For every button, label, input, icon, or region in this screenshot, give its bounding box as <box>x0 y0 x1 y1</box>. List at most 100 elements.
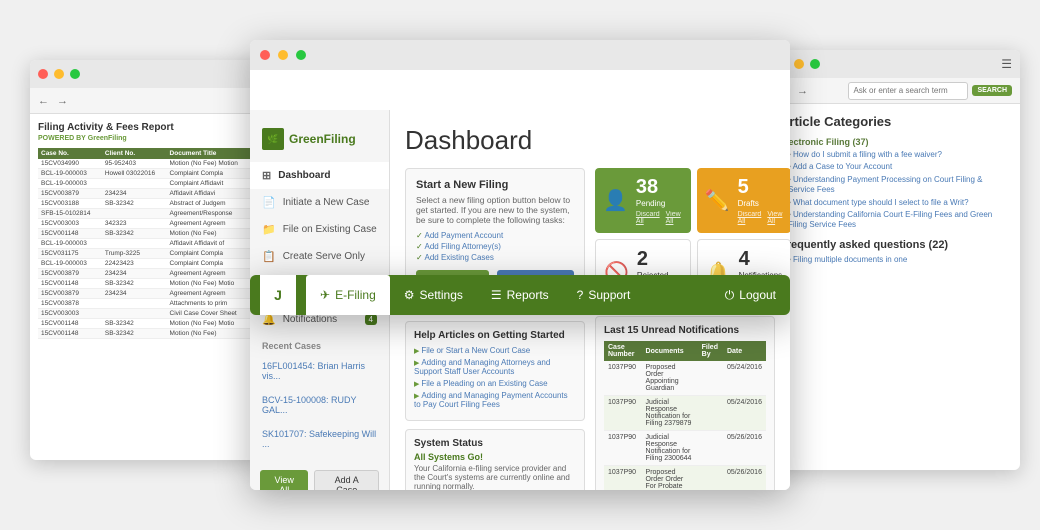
table-cell: 15CV003188 <box>38 199 102 209</box>
search-button-right[interactable]: SEARCH <box>972 85 1012 96</box>
help-item-3[interactable]: File a Pleading on an Existing Case <box>414 379 576 388</box>
nav-tab-reports[interactable]: ☰ Reports <box>477 275 563 315</box>
notifications-panel-title: Last 15 Unread Notifications <box>604 325 766 336</box>
main-navbar: J ✈ E-Filing ⚙ Settings ☰ Reports ? Supp… <box>250 275 790 315</box>
pending-view[interactable]: View All <box>666 211 683 225</box>
stat-card-drafts: ✏️ 5 Drafts Discard All View All <box>697 168 790 233</box>
minimize-dot-r <box>794 59 804 69</box>
pending-label: Pending <box>636 199 683 208</box>
forward-arrow-left[interactable]: → <box>57 95 68 107</box>
table-cell: 15CV003879 <box>38 189 102 199</box>
drafts-view[interactable]: View All <box>767 211 783 225</box>
notif-cell: 1037P90 <box>604 361 642 396</box>
sidebar-item-initiate[interactable]: 📄 Initiate a New Case <box>250 189 389 216</box>
table-cell: Motion (No Fee) <box>167 229 252 239</box>
add-case-button[interactable]: Add A Case <box>314 470 379 490</box>
back-right-window: ☰ ← → SEARCH Article Categories Electron… <box>770 50 1020 470</box>
nav-tab-settings[interactable]: ⚙ Settings <box>390 275 477 315</box>
table-cell: Affidavit Affidavi <box>167 189 252 199</box>
notif-cell: 05/26/2016 <box>723 431 766 466</box>
table-cell: Agreement/Response <box>167 209 252 219</box>
table-cell: 15CV001148 <box>38 279 102 289</box>
table-cell <box>102 299 167 309</box>
sidebar-item-file-existing[interactable]: 📁 File on Existing Case <box>250 216 389 243</box>
link-attorney[interactable]: Add Filing Attorney(s) <box>416 242 574 251</box>
search-input-right[interactable] <box>848 82 968 100</box>
col-client-no: Client No. <box>102 148 167 159</box>
drafts-icon: ✏️ <box>705 188 730 213</box>
drafts-number: 5 <box>738 176 784 199</box>
start-filing-title: Start a New Filing <box>416 179 574 191</box>
table-row: 15CV003878Attachments to prim <box>38 299 252 309</box>
table-cell: Complaint Affidavit <box>167 179 252 189</box>
notifications-panel: Last 15 Unread Notifications Case Number… <box>595 316 775 490</box>
hamburger-icon-right[interactable]: ☰ <box>1001 57 1012 71</box>
table-cell: 15CV003879 <box>38 289 102 299</box>
table-cell: SB-32342 <box>102 279 167 289</box>
logo-letter: J <box>274 287 282 303</box>
case-action-row: View All Add A Case <box>250 464 389 490</box>
logout-icon: ⏻ <box>725 288 735 303</box>
table-row: 15CV001148SB-32342Motion (No Fee) <box>38 229 252 239</box>
main-window: J ✈ E-Filing ⚙ Settings ☰ Reports ? Supp… <box>250 40 790 490</box>
article-link-5[interactable]: Understanding California Court E-Filing … <box>780 210 1010 231</box>
filing-links: Add Payment Account Add Filing Attorney(… <box>416 231 574 262</box>
notif-cell: Judicial Response Notification for Filin… <box>642 431 698 466</box>
back-arrow-left[interactable]: ← <box>38 95 49 107</box>
table-cell: 95-952403 <box>102 159 167 169</box>
notif-col-date: Date <box>723 341 766 361</box>
article-link-4[interactable]: What document type should I select to fi… <box>780 198 1010 208</box>
faq-title: Frequently asked questions (22) <box>780 239 1010 251</box>
link-cases[interactable]: Add Existing Cases <box>416 253 574 262</box>
pending-discard[interactable]: Discard All <box>636 211 660 225</box>
support-icon: ? <box>577 288 584 302</box>
table-cell: Agreement Agreem <box>167 289 252 299</box>
article-link-3[interactable]: Understanding Payment Processing on Cour… <box>780 175 1010 196</box>
table-row: BCL-19-000003Affidavit Affidavit of <box>38 239 252 249</box>
notif-cell: 1037P90 <box>604 466 642 491</box>
drafts-discard[interactable]: Discard All <box>738 211 762 225</box>
close-dot <box>38 69 48 79</box>
sidebar-item-serve-only[interactable]: 📋 Create Serve Only <box>250 243 389 270</box>
right-content: Article Categories Electronic Filing (37… <box>770 104 1020 276</box>
nav-tab-support[interactable]: ? Support <box>563 275 645 315</box>
link-payment[interactable]: Add Payment Account <box>416 231 574 240</box>
help-item-2[interactable]: Adding and Managing Attorneys and Suppor… <box>414 358 576 376</box>
article-link-2[interactable]: Add a Case to Your Account <box>780 162 1010 172</box>
table-cell: Attachments to prim <box>167 299 252 309</box>
window-bar-left <box>30 60 260 88</box>
faq-item-1[interactable]: Filing multiple documents in one <box>780 255 1010 264</box>
minimize-dot <box>54 69 64 79</box>
notif-cell: 05/26/2016 <box>723 466 766 491</box>
table-cell: Motion (No Fee) Motion <box>167 159 252 169</box>
table-cell: 15CV034990 <box>38 159 102 169</box>
table-cell: BCL-19-000003 <box>38 239 102 249</box>
table-row: 1037P90Proposed Order Appointing Guardia… <box>604 361 766 396</box>
report-title: Filing Activity & Fees Report <box>38 122 252 133</box>
category-electronic-filing: Electronic Filing (37) How do I submit a… <box>780 137 1010 231</box>
notif-cell: 05/24/2016 <box>723 396 766 431</box>
dashboard-icon: ⊞ <box>262 169 271 182</box>
sidebar-case-1[interactable]: 16FL001454: Brian Harris vis... <box>250 354 389 388</box>
nav-tab-efiling[interactable]: ✈ E-Filing <box>306 275 390 315</box>
article-link-1[interactable]: How do I submit a filing with a fee waiv… <box>780 150 1010 160</box>
help-item-4[interactable]: Adding and Managing Payment Accounts to … <box>414 391 576 409</box>
notif-cell: Proposed Order Appointing Guardian <box>642 361 698 396</box>
table-row: 15CV03499095-952403Motion (No Fee) Motio… <box>38 159 252 169</box>
table-row: 15CV003003Civil Case Cover Sheet <box>38 309 252 319</box>
serve-only-icon: 📋 <box>262 250 276 263</box>
sidebar-item-dashboard[interactable]: ⊞ Dashboard <box>250 162 389 189</box>
logout-button[interactable]: ⏻ Logout <box>711 275 790 315</box>
start-filing-section: Start a New Filing Select a new filing o… <box>405 168 585 490</box>
maximize-dot <box>70 69 80 79</box>
table-cell: 15CV003879 <box>38 269 102 279</box>
help-item-1[interactable]: File or Start a New Court Case <box>414 346 576 355</box>
view-all-button[interactable]: View All <box>260 470 308 490</box>
notifications-table: Case Number Documents Filed By Date 1037… <box>604 341 766 490</box>
report-table: Case No. Client No. Document Title 15CV0… <box>38 148 252 339</box>
forward-arrow-right[interactable]: → <box>797 85 808 97</box>
table-cell: 15CV003003 <box>38 309 102 319</box>
start-filing-desc: Select a new filing option button below … <box>416 195 574 225</box>
sidebar-case-2[interactable]: BCV-15-100008: RUDY GAL... <box>250 388 389 422</box>
sidebar-case-3[interactable]: SK101707: Safekeeping Will ... <box>250 422 389 456</box>
